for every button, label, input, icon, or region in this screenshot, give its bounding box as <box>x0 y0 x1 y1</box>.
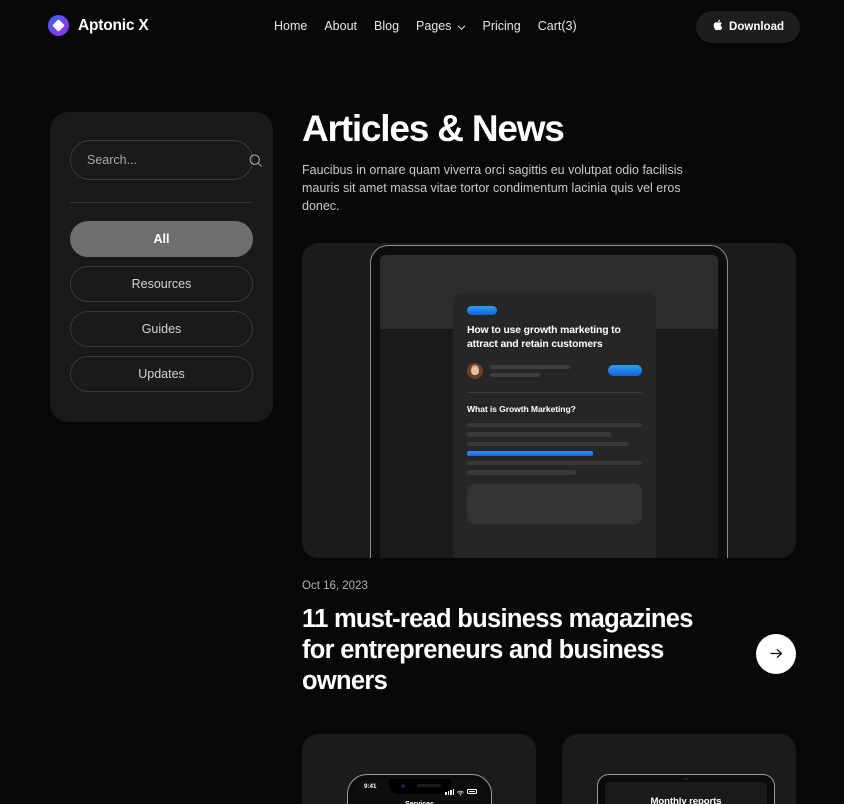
arrow-right-icon[interactable] <box>756 633 796 674</box>
diamond-logo-icon <box>48 15 69 36</box>
featured-article-image[interactable]: How to use growth marketing to attract a… <box>302 243 796 559</box>
article-card-tablet[interactable]: Monthly reports <box>562 733 796 804</box>
mockup-article-title: How to use growth marketing to attract a… <box>467 325 621 350</box>
author-avatar <box>467 362 483 379</box>
phone-screen-title: Services <box>352 801 487 804</box>
wifi-icon <box>457 783 464 801</box>
main-nav: Home About Blog Pages Pricing Cart(3) <box>274 19 594 33</box>
mockup-skeleton-lines <box>467 422 642 475</box>
blue-cta-button <box>608 365 642 377</box>
nav-label: Home <box>274 19 308 33</box>
nav-label: Pages <box>416 19 452 33</box>
download-button[interactable]: Download <box>696 11 800 43</box>
filter-pill-updates[interactable]: Updates <box>70 356 253 392</box>
tablet-screen-2: Monthly reports <box>605 777 767 804</box>
earpiece-speaker <box>416 784 441 788</box>
apple-logo-icon <box>712 19 723 33</box>
page-title: Articles & News <box>302 108 565 149</box>
nav-item-pages[interactable]: Pages <box>416 19 482 33</box>
nav-label: About <box>324 19 358 33</box>
status-bar-icons <box>445 783 477 801</box>
page-subtitle: Faucibus in ornare quam viverra orci sag… <box>302 162 683 214</box>
filter-pill-resources[interactable]: Resources <box>70 266 253 302</box>
article-heading-row: 11 must-read business magazines for entr… <box>302 592 796 697</box>
author-skeleton-lines <box>490 364 601 377</box>
tablet-mockup: How to use growth marketing to attract a… <box>370 245 728 559</box>
nav-item-pricing[interactable]: Pricing <box>483 19 538 33</box>
status-bar-time: 9:41 <box>364 782 377 790</box>
filter-list: All Resources Guides Updates <box>70 221 253 392</box>
tablet-mockup-2: Monthly reports <box>597 773 775 804</box>
highlighted-line <box>467 451 593 456</box>
blue-pill-badge <box>467 306 497 316</box>
mockup-article-card: How to use growth marketing to attract a… <box>453 293 656 559</box>
nav-label: Pricing <box>482 19 521 33</box>
blog-page: Aptonic X Home About Blog Pages Pricing <box>0 0 844 804</box>
mockup-section-heading: What is Growth Marketing? <box>467 403 576 414</box>
chevron-down-icon <box>457 23 466 32</box>
search-input[interactable] <box>87 153 248 167</box>
filter-pill-all[interactable]: All <box>70 221 253 257</box>
nav-item-about[interactable]: About <box>324 19 374 33</box>
nav-item-home[interactable]: Home <box>274 19 324 33</box>
filter-sidebar: All Resources Guides Updates <box>50 112 273 422</box>
nav-item-blog[interactable]: Blog <box>374 19 416 33</box>
battery-icon <box>467 789 477 795</box>
main-content: Articles & News Faucibus in ornare quam … <box>302 108 796 804</box>
brand-logo[interactable]: Aptonic X <box>48 15 149 36</box>
mockup-divider <box>467 391 642 393</box>
nav-item-cart[interactable]: Cart(3) <box>538 19 594 33</box>
download-label: Download <box>729 21 784 33</box>
tablet-screen-title: Monthly reports <box>650 795 722 804</box>
article-date: Oct 16, 2023 <box>302 580 368 593</box>
article-title[interactable]: 11 must-read business magazines for entr… <box>302 604 702 697</box>
brand-name: Aptonic X <box>78 16 149 34</box>
site-header: Aptonic X Home About Blog Pages Pricing <box>0 0 844 54</box>
article-card-phone[interactable]: 9:41 Servic <box>302 733 536 804</box>
front-camera-icon <box>400 783 405 788</box>
mockup-bottom-block <box>467 483 642 524</box>
article-grid: 9:41 Servic <box>302 733 796 804</box>
nav-label: Blog <box>374 19 400 33</box>
search-icon[interactable] <box>248 153 263 168</box>
sidebar-divider <box>70 202 253 203</box>
phone-screen: 9:41 Servic <box>352 778 487 804</box>
filter-pill-guides[interactable]: Guides <box>70 311 253 347</box>
search-box[interactable] <box>70 140 262 180</box>
phone-notch <box>388 778 451 794</box>
nav-label: Cart(3) <box>537 19 577 33</box>
tablet-screen: How to use growth marketing to attract a… <box>380 255 718 559</box>
signal-bars-icon <box>445 788 454 795</box>
mockup-author-row <box>467 362 642 379</box>
phone-mockup: 9:41 Servic <box>347 773 492 804</box>
front-camera-icon <box>684 777 688 781</box>
